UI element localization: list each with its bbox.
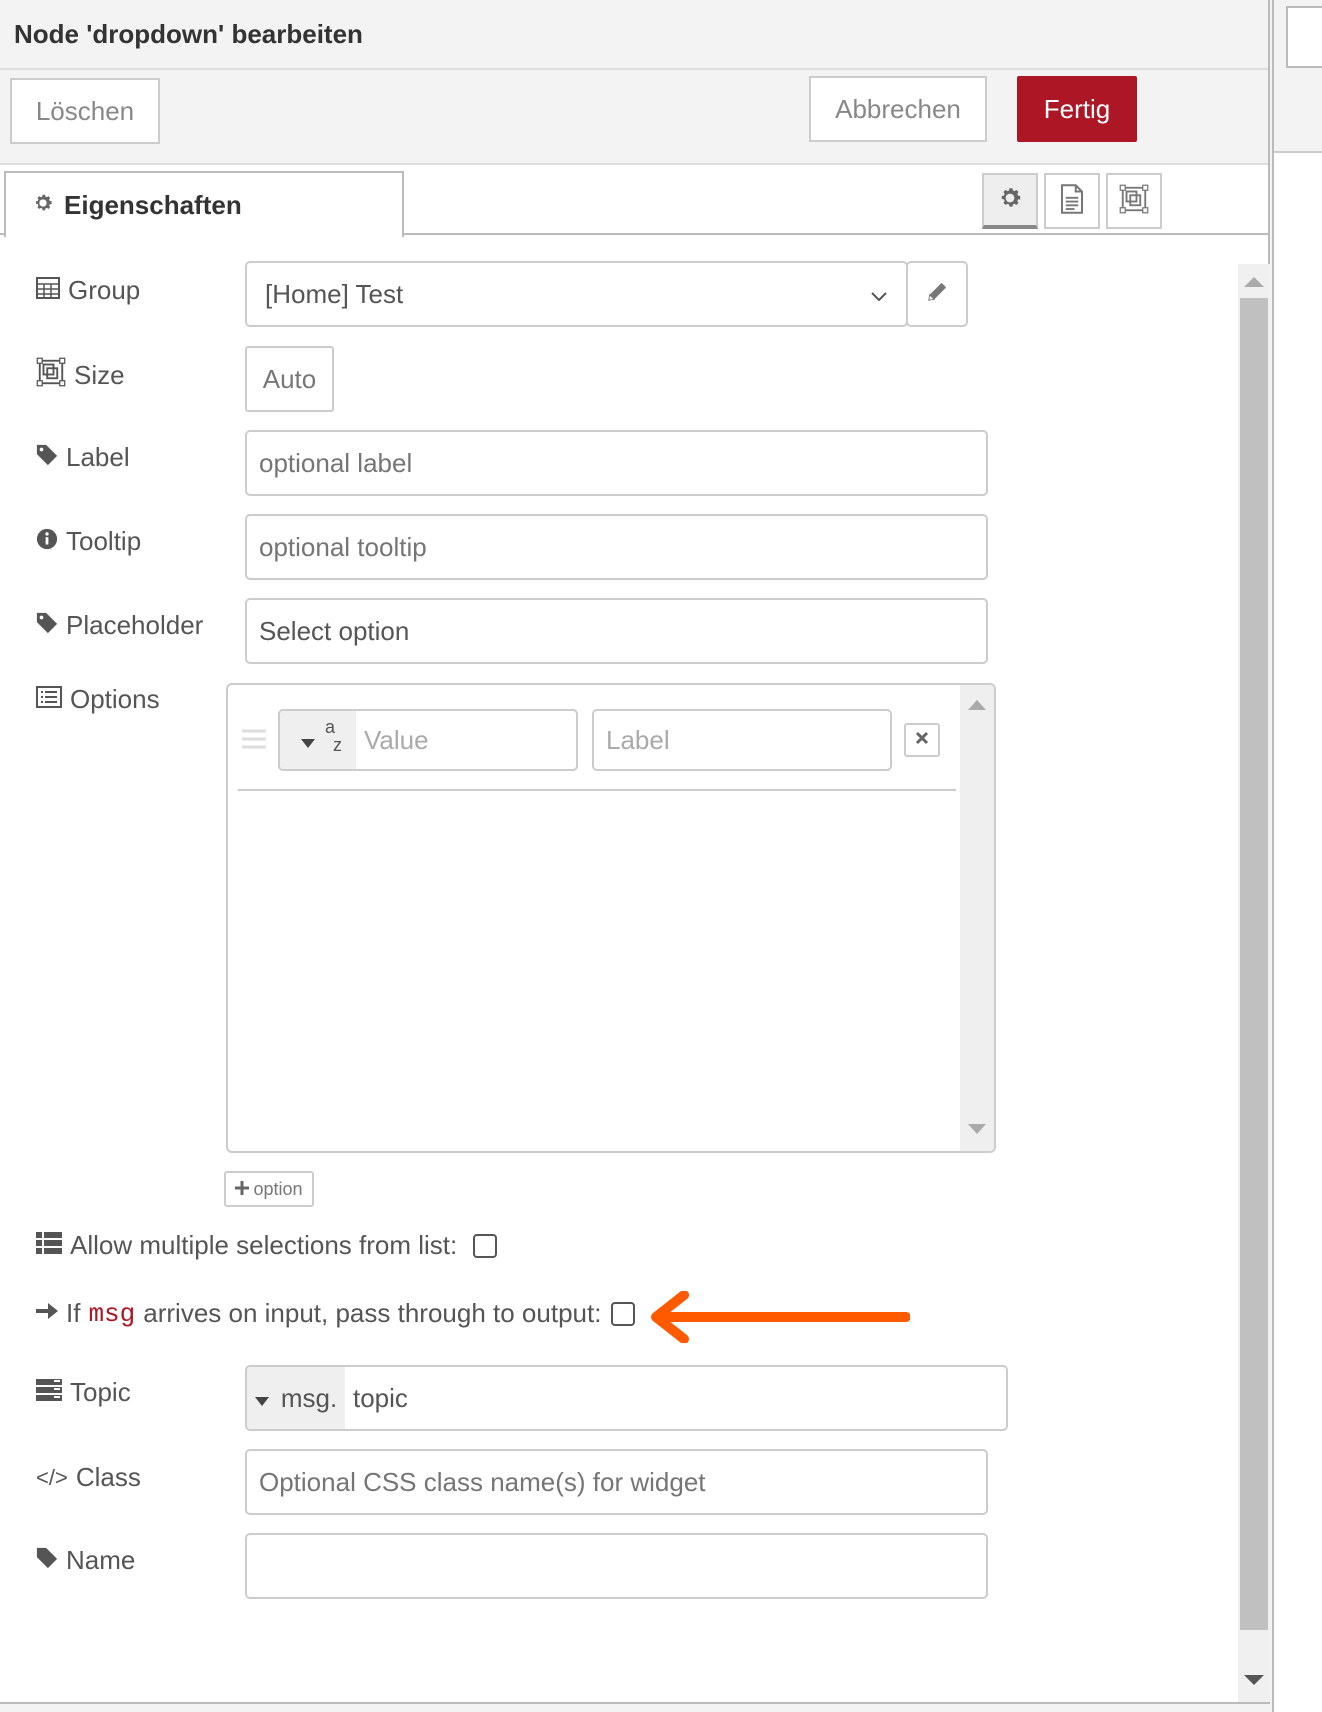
- list-icon: [36, 684, 62, 715]
- size-label: Size: [36, 357, 125, 394]
- pencil-icon: [926, 279, 948, 310]
- sidebar-tab[interactable]: [1286, 6, 1322, 68]
- options-list: az Value Label: [226, 683, 996, 1153]
- tag-icon: [36, 1545, 58, 1576]
- arrow-right-icon: [36, 1298, 58, 1329]
- appearance-icon: [1119, 184, 1149, 219]
- scroll-down-icon[interactable]: [1244, 1672, 1264, 1690]
- cancel-button[interactable]: Abbrechen: [809, 76, 987, 142]
- tray-header: Node 'dropdown' bearbeiten: [0, 0, 1268, 70]
- multiple-checkbox[interactable]: [473, 1233, 498, 1258]
- chevron-down-icon: [870, 281, 888, 312]
- class-label: </> Class: [36, 1462, 141, 1492]
- remove-option-button[interactable]: [904, 723, 940, 757]
- topic-input[interactable]: msg. topic: [245, 1365, 1008, 1431]
- drag-handle-icon[interactable]: [242, 729, 266, 754]
- passthru-checkbox[interactable]: [611, 1301, 636, 1326]
- list-ul-icon: [36, 1230, 62, 1261]
- options-label: Options: [36, 684, 160, 715]
- close-icon: [915, 731, 929, 750]
- tab-button-appearance[interactable]: [1106, 173, 1162, 229]
- delete-button[interactable]: Löschen: [10, 78, 160, 144]
- gear-icon: [997, 185, 1023, 216]
- sidebar-panel: [1272, 0, 1322, 1712]
- tab-bar: Eigenschaften: [0, 165, 1268, 237]
- properties-form: Group [Home] Test Size Auto Label Toolti…: [0, 237, 1238, 1702]
- description-icon: [1059, 183, 1085, 219]
- tag-icon: [36, 442, 58, 473]
- info-icon: [36, 526, 58, 557]
- tab-properties[interactable]: Eigenschaften: [4, 171, 404, 237]
- size-button[interactable]: Auto: [245, 346, 334, 412]
- tab-properties-label: Eigenschaften: [64, 189, 242, 220]
- edit-tray: Node 'dropdown' bearbeiten Löschen Abbre…: [0, 0, 1270, 1712]
- option-type-select[interactable]: az: [280, 711, 356, 769]
- passthru-row: If msg arrives on input, pass through to…: [36, 1298, 636, 1329]
- caret-down-icon: [254, 1383, 269, 1414]
- tab-button-properties[interactable]: [982, 173, 1038, 229]
- tooltip-input[interactable]: [245, 514, 988, 580]
- group-select[interactable]: [Home] Test: [245, 261, 908, 327]
- label-label: Label: [36, 442, 130, 473]
- add-option-button[interactable]: option: [224, 1171, 314, 1207]
- sidebar-content: [1274, 153, 1322, 1712]
- edit-group-button[interactable]: [906, 261, 968, 327]
- caret-down-icon: [300, 725, 315, 756]
- label-input[interactable]: [245, 430, 988, 496]
- gear-icon: [32, 190, 54, 221]
- topic-type-select[interactable]: msg.: [247, 1367, 345, 1429]
- scroll-up-icon[interactable]: [1244, 274, 1264, 292]
- scroll-down-icon[interactable]: [968, 1121, 986, 1139]
- placeholder-label: Placeholder: [36, 610, 203, 641]
- option-value-input[interactable]: az Value: [278, 709, 578, 771]
- group-label: Group: [36, 275, 140, 306]
- tray-toolbar: Löschen Abbrechen Fertig: [0, 70, 1268, 165]
- class-input[interactable]: [245, 1449, 988, 1515]
- done-button[interactable]: Fertig: [1017, 76, 1137, 142]
- topic-label: Topic: [36, 1377, 131, 1408]
- name-input[interactable]: [245, 1533, 988, 1599]
- name-label: Name: [36, 1545, 135, 1576]
- scroll-up-icon[interactable]: [968, 697, 986, 715]
- string-type-icon: az: [324, 717, 342, 755]
- plus-icon: [235, 1179, 250, 1200]
- code-icon: </>: [36, 1464, 68, 1490]
- option-label-input[interactable]: Label: [592, 709, 892, 771]
- option-row-divider: [238, 789, 956, 791]
- tray-title: Node 'dropdown' bearbeiten: [14, 18, 363, 49]
- tray-footer: [0, 1702, 1270, 1712]
- tasks-icon: [36, 1377, 62, 1408]
- tag-icon: [36, 610, 58, 641]
- size-icon: [36, 357, 66, 394]
- multiple-row: Allow multiple selections from list:: [36, 1230, 498, 1261]
- scrollbar-thumb[interactable]: [1240, 298, 1268, 1630]
- placeholder-input[interactable]: Select option: [245, 598, 988, 664]
- table-icon: [36, 275, 60, 306]
- tab-button-description[interactable]: [1044, 173, 1100, 229]
- annotation-arrow-icon: [648, 1290, 911, 1348]
- tooltip-label: Tooltip: [36, 526, 141, 557]
- options-scrollbar[interactable]: [960, 685, 994, 1151]
- form-scrollbar[interactable]: [1238, 264, 1270, 1702]
